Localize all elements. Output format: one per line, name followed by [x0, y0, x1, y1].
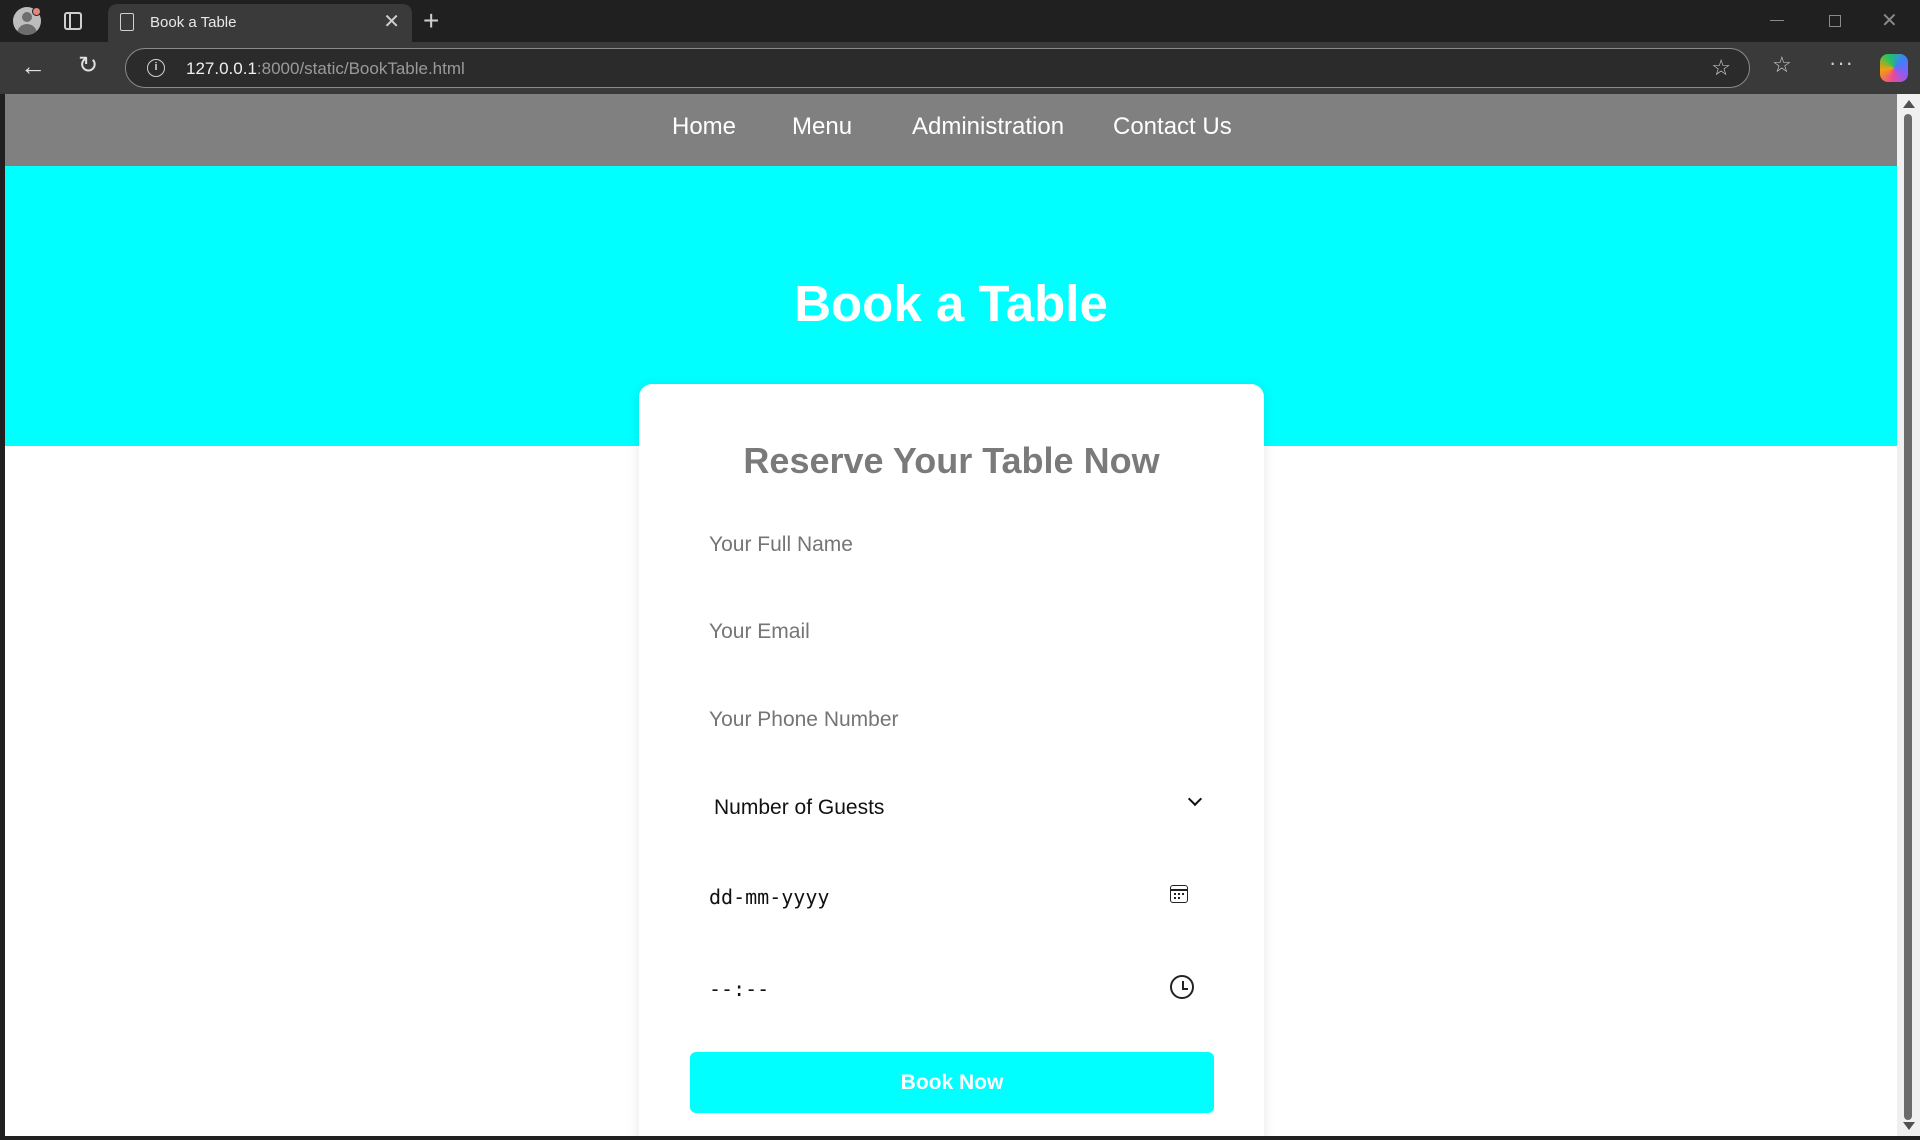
nav-link-administration[interactable]: Administration [912, 113, 1064, 141]
calendar-icon[interactable] [1170, 885, 1188, 903]
guests-select[interactable]: Number of Guests [691, 778, 1214, 838]
browser-titlebar: Book a Table ✕ + ✕ [0, 0, 1920, 42]
back-arrow-icon[interactable]: ← [20, 52, 46, 80]
url-text[interactable]: 127.0.0.1:8000/static/BookTable.html [186, 59, 465, 79]
time-field[interactable]: --:-- [691, 959, 1214, 1019]
notification-dot [32, 7, 41, 16]
page-icon [120, 13, 134, 31]
tab-title: Book a Table [150, 14, 237, 31]
scrollbar-thumb[interactable] [1904, 114, 1912, 1120]
chevron-down-icon [1187, 791, 1203, 807]
date-field[interactable]: dd-mm-yyyy [691, 867, 1214, 927]
form-title: Reserve Your Table Now [743, 440, 1160, 481]
address-bar[interactable]: i 127.0.0.1:8000/static/BookTable.html ☆ [125, 48, 1750, 88]
nav-link-contact-us[interactable]: Contact Us [1113, 113, 1232, 141]
phone-field[interactable]: Your Phone Number [691, 690, 1214, 750]
hero-title: Book a Table [794, 275, 1108, 332]
reservation-card: Reserve Your Table Now Your Full Name Yo… [639, 384, 1264, 1136]
reload-icon[interactable]: ↻ [78, 52, 98, 80]
copilot-icon[interactable] [1880, 54, 1908, 82]
new-tab-button[interactable]: + [423, 6, 439, 36]
restore-button[interactable] [1829, 15, 1841, 27]
phone-placeholder: Your Phone Number [709, 708, 899, 731]
email-placeholder: Your Email [709, 620, 810, 643]
nav-link-menu[interactable]: Menu [792, 113, 852, 141]
star-icon[interactable]: ☆ [1711, 55, 1731, 81]
favorites-icon[interactable]: ☆ [1772, 52, 1792, 78]
time-value: --:-- [709, 977, 770, 1001]
email-field[interactable]: Your Email [691, 602, 1214, 662]
url-path: :8000/static/BookTable.html [256, 59, 465, 78]
scrollbar[interactable] [1897, 94, 1920, 1136]
scroll-up-arrow-icon[interactable] [1903, 100, 1915, 108]
guests-selected-value: Number of Guests [714, 796, 885, 819]
minimize-button[interactable] [1770, 20, 1784, 21]
browser-tab[interactable]: Book a Table ✕ [108, 4, 412, 42]
url-host: 127.0.0.1 [186, 59, 257, 78]
browser-toolbar: ← ↻ i 127.0.0.1:8000/static/BookTable.ht… [0, 42, 1920, 94]
site-nav: Home Menu Administration Contact Us [5, 94, 1897, 166]
window-close-button[interactable]: ✕ [1881, 8, 1898, 33]
nav-link-home[interactable]: Home [672, 113, 736, 141]
scroll-down-arrow-icon[interactable] [1903, 1122, 1915, 1130]
full-name-field[interactable]: Your Full Name [691, 515, 1214, 575]
clock-icon[interactable] [1170, 975, 1194, 999]
tab-close-button[interactable]: ✕ [383, 11, 400, 33]
info-icon[interactable]: i [147, 59, 165, 77]
more-icon[interactable]: ··· [1829, 50, 1854, 76]
full-name-placeholder: Your Full Name [709, 533, 853, 556]
date-value: dd-mm-yyyy [709, 885, 830, 909]
page-viewport: Home Menu Administration Contact Us Book… [5, 94, 1897, 1136]
book-now-button[interactable]: Book Now [690, 1052, 1214, 1113]
tab-actions-icon[interactable] [64, 12, 82, 30]
